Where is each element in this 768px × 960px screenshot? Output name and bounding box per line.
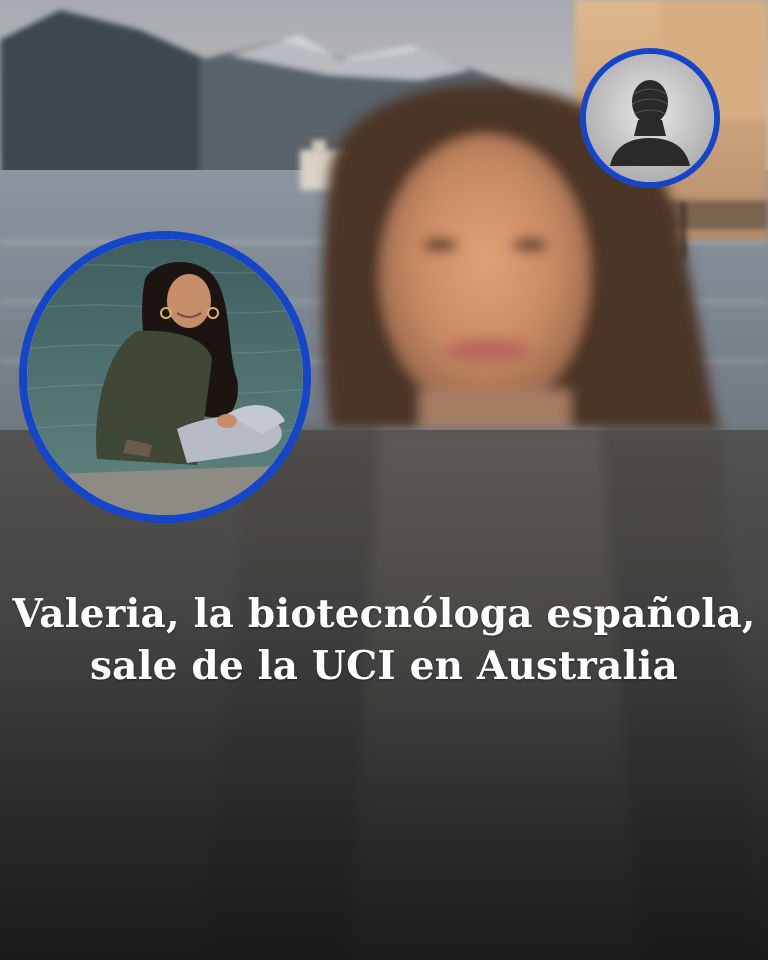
inset-photo-woman-sitting [19, 231, 311, 523]
headline: Valeria, la biotecnóloga española, sale … [0, 588, 768, 692]
silhouette-placeholder-icon [586, 54, 714, 182]
headline-line-1: Valeria, la biotecnóloga española, [12, 591, 756, 637]
social-post-card: Valeria, la biotecnóloga española, sale … [0, 0, 768, 960]
headline-line-2: sale de la UCI en Australia [89, 643, 679, 689]
inset-photo-silhouette [580, 48, 720, 188]
